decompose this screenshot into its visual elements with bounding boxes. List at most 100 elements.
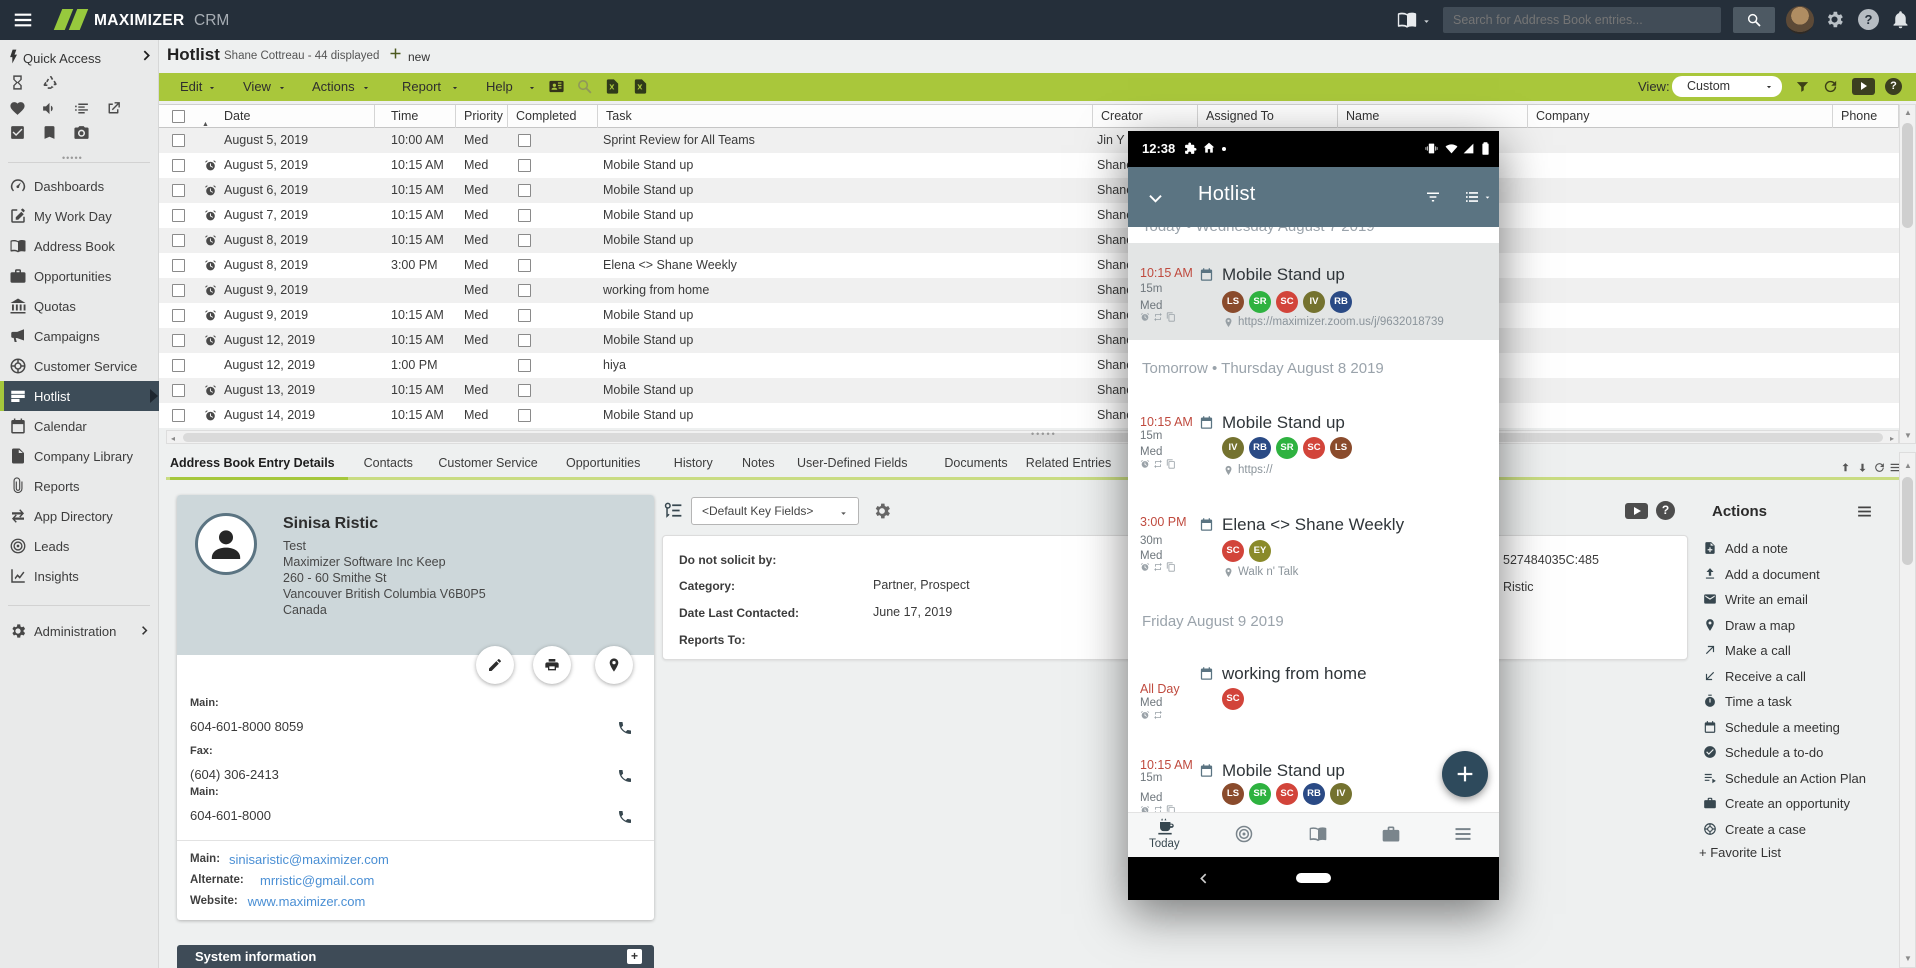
settings-gear-icon[interactable] [1824,9,1845,30]
table-row[interactable]: August 8, 201910:15 AMMedMobile Stand up… [159,228,1899,253]
menu-caret-icon[interactable] [450,83,460,93]
row-checkbox[interactable] [172,284,185,297]
excel-import-icon[interactable] [632,78,649,95]
action-create-an-opportunity[interactable]: Create an opportunity [1698,794,1898,816]
avatar-chip-SC[interactable]: SC [1303,437,1325,459]
scroll-right-icon[interactable]: ▸ [1890,434,1894,443]
key-fields-selector[interactable]: <Default Key Fields> [691,497,859,525]
filter-icon[interactable] [1424,188,1442,206]
table-row[interactable]: August 9, 2019Medworking from homeShane … [159,278,1899,303]
grid-scroll-thumb[interactable] [1902,123,1913,228]
sidebar-item-opportunities[interactable]: Opportunities [0,261,159,291]
avatar-chip-SC[interactable]: SC [1276,783,1298,805]
action-time-a-task[interactable]: Time a task [1698,692,1898,714]
tab-contacts[interactable]: Contacts [364,456,413,477]
row-checkbox[interactable] [172,134,185,147]
menu-report[interactable]: Report [402,79,441,94]
table-row[interactable]: August 6, 201910:15 AMMedMobile Stand up… [159,178,1899,203]
user-avatar[interactable] [1786,6,1814,34]
favorite-list-link[interactable]: + Favorite List [1699,845,1781,860]
horizontal-scroll-thumb[interactable]: ••••• [183,433,1883,442]
hamburger-menu-icon[interactable] [12,9,34,31]
item-location[interactable]: https:// [1238,464,1273,476]
avatar-chip-IV[interactable]: IV [1222,437,1244,459]
call-icon[interactable] [617,809,633,825]
module-caret-icon[interactable] [1421,16,1432,27]
row-checkbox[interactable] [172,259,185,272]
nav-opportunities-icon[interactable] [1381,824,1401,844]
select-all-checkbox[interactable] [172,110,185,123]
column-header-date[interactable]: ▲Date [196,105,375,128]
notifications-bell-icon[interactable] [1890,9,1911,30]
nav-leads-icon[interactable] [1234,824,1254,844]
tab-address-book-entry-details[interactable]: Address Book Entry Details [170,456,335,477]
tab-related-entries[interactable]: Related Entries [1026,456,1111,477]
scroll-down-icon[interactable]: ▼ [1904,431,1912,440]
menu-actions[interactable]: Actions [312,79,355,94]
sidebar-item-reports[interactable]: Reports [0,471,159,501]
column-header-name[interactable]: Name [1338,105,1528,128]
avatar-chip-LS[interactable]: LS [1222,291,1244,313]
avatar-chip-SR[interactable]: SR [1249,783,1271,805]
column-header-completed[interactable]: Completed [508,105,598,128]
nav-address-book-icon[interactable] [1308,824,1328,844]
menu-caret-icon[interactable] [527,83,537,93]
view-options-icon[interactable] [1463,188,1481,206]
indent-list-icon[interactable] [73,100,90,117]
grid-vertical-scrollbar[interactable]: ▲ ▼ [1899,104,1916,444]
menu-caret-icon[interactable] [361,83,371,93]
action-draw-a-map[interactable]: Draw a map [1698,616,1898,638]
expand-section-button[interactable]: + [627,949,642,964]
website-link[interactable]: www.maximizer.com [248,894,366,909]
action-receive-a-call[interactable]: Receive a call [1698,667,1898,689]
completed-checkbox[interactable] [518,334,531,347]
column-header-priority[interactable]: Priority [456,105,508,128]
print-button[interactable] [533,646,571,684]
avatar-chip-SC[interactable]: SC [1276,291,1298,313]
bookmark-icon[interactable] [41,124,58,141]
sidebar-expand-icon[interactable] [139,48,154,63]
item-location[interactable]: Walk n' Talk [1238,566,1298,578]
collapse-chevron-icon[interactable] [1146,189,1165,208]
completed-checkbox[interactable] [518,359,531,372]
completed-checkbox[interactable] [518,284,531,297]
tab-history[interactable]: History [674,456,713,477]
completed-checkbox[interactable] [518,259,531,272]
help-icon[interactable]: ? [1858,9,1879,30]
table-row[interactable]: August 7, 201910:15 AMMedMobile Stand up… [159,203,1899,228]
menu-view[interactable]: View [243,79,271,94]
menu-caret-icon[interactable] [277,83,287,93]
android-home-pill[interactable] [1296,873,1331,883]
sidebar-item-my-work-day[interactable]: My Work Day [0,201,159,231]
sidebar-item-dashboards[interactable]: Dashboards [0,171,159,201]
avatar-chip-RB[interactable]: RB [1249,437,1271,459]
column-header-time[interactable]: Time [375,105,456,128]
menu-edit[interactable]: Edit [180,79,202,94]
sidebar-item-quotas[interactable]: Quotas [0,291,159,321]
tab-user-defined-fields[interactable]: User-Defined Fields [797,456,907,477]
completed-checkbox[interactable] [518,234,531,247]
map-button[interactable] [595,646,633,684]
speaker-icon[interactable] [41,100,58,117]
view-options-caret-icon[interactable] [1483,193,1492,202]
menu-caret-icon[interactable] [207,83,217,93]
item-location[interactable]: https://maximizer.zoom.us/j/9632018739 [1238,316,1444,328]
page-help-icon[interactable]: ? [1656,501,1675,520]
table-row[interactable]: August 8, 20193:00 PMMedElena <> Shane W… [159,253,1899,278]
scroll-up-icon[interactable]: ▲ [1904,108,1912,117]
collapse-all-icon[interactable] [1856,461,1869,474]
row-checkbox[interactable] [172,234,185,247]
completed-checkbox[interactable] [518,159,531,172]
table-row[interactable]: August 5, 201910:15 AMMedMobile Stand up… [159,153,1899,178]
search-button[interactable] [1733,7,1775,33]
new-entry-link[interactable]: new [408,50,430,64]
recycle-icon[interactable] [41,74,58,91]
sidebar-item-hotlist[interactable]: Hotlist [0,381,159,411]
share-icon[interactable] [105,100,122,117]
toolbar-filter-icon[interactable] [1795,79,1810,94]
android-back-icon[interactable] [1196,871,1211,886]
submenu-chevron-icon[interactable] [138,624,151,637]
column-header-creator[interactable]: Creator [1093,105,1198,128]
action-schedule-a-meeting[interactable]: Schedule a meeting [1698,718,1898,740]
detail-scroll-thumb[interactable] [1902,477,1913,565]
